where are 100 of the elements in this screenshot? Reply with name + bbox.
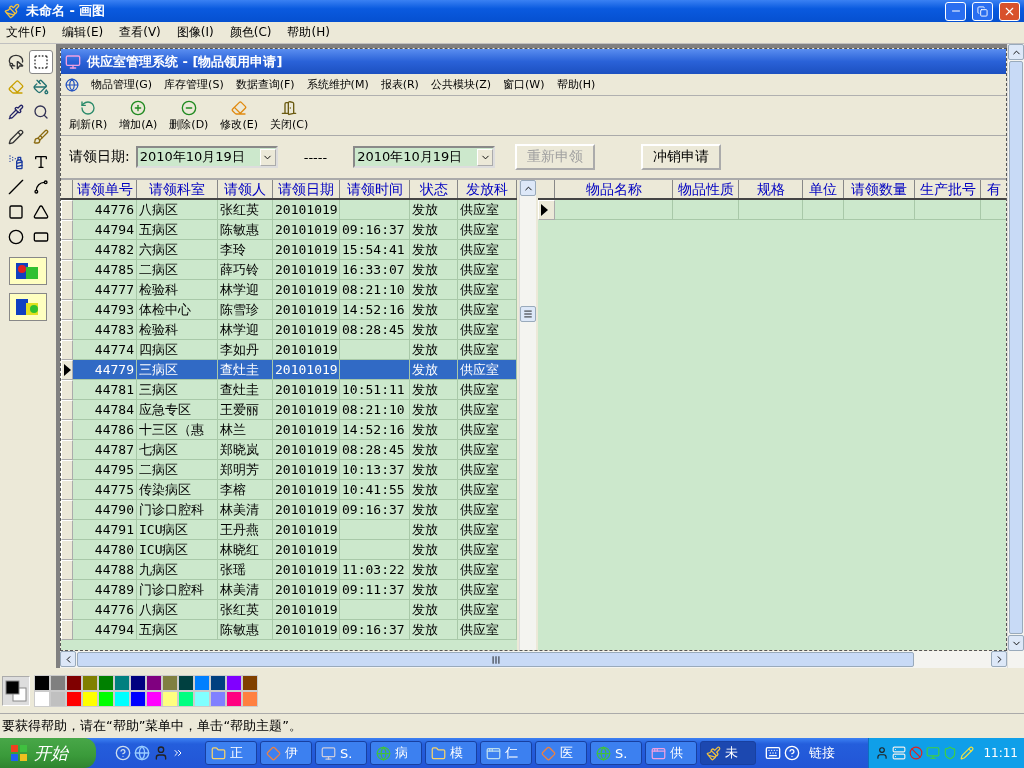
table-row[interactable]: 44780 ICU病区 林晓红 20101019 发放 供应室	[61, 540, 517, 560]
menu-item[interactable]: 文件(F)	[4, 22, 49, 43]
taskbar-button[interactable]: 正	[205, 741, 257, 765]
table-row[interactable]: 44786 十三区（惠 林兰 20101019 14:52:16 发放 供应室	[61, 420, 517, 440]
menu-item[interactable]: 物品管理(G)	[91, 77, 153, 92]
column-header[interactable]: 请领科室	[137, 180, 218, 198]
taskbar-button[interactable]: 模	[425, 741, 477, 765]
shape-option[interactable]	[9, 257, 47, 285]
table-row[interactable]: 44787 七病区 郑晓岚 20101019 08:28:45 发放 供应室	[61, 440, 517, 460]
start-button[interactable]: 开始	[0, 738, 96, 768]
menu-item[interactable]: 编辑(E)	[60, 22, 106, 43]
browser-icon[interactable]	[134, 745, 150, 761]
color-swatch[interactable]	[242, 674, 258, 691]
table-row[interactable]: 44777 检验科 林学迎 20101019 08:21:10 发放 供应室	[61, 280, 517, 300]
scroll-up-button[interactable]	[1008, 44, 1024, 60]
menu-item[interactable]: 查看(V)	[117, 22, 163, 43]
color-swatch[interactable]	[66, 674, 82, 691]
menu-item[interactable]: 库存管理(S)	[164, 77, 224, 92]
table-row[interactable]: 44775 传染病区 李榕 20101019 10:41:55 发放 供应室	[61, 480, 517, 500]
taskbar-button[interactable]: 供	[645, 741, 697, 765]
menu-item[interactable]: 数据查询(F)	[235, 77, 295, 92]
table-row[interactable]: 44776 八病区 张红英 20101019 发放 供应室	[61, 600, 517, 620]
shape-option[interactable]	[9, 293, 47, 321]
table-row[interactable]: 44784 应急专区 王爱丽 20101019 08:21:10 发放 供应室	[61, 400, 517, 420]
pencil-icon[interactable]	[960, 746, 975, 760]
scroll-right-button[interactable]	[991, 651, 1007, 667]
toolbar-button[interactable]: 修改(E)	[218, 99, 260, 132]
table-row[interactable]: 44782 六病区 李玲 20101019 15:54:41 发放 供应室	[61, 240, 517, 260]
color-swatch[interactable]	[226, 674, 242, 691]
table-row[interactable]: 44779 三病区 查灶圭 20101019 发放 供应室	[61, 360, 517, 380]
column-header[interactable]: 物品名称	[555, 180, 673, 198]
column-header[interactable]: 状态	[410, 180, 458, 198]
toolbar-button[interactable]: 增加(A)	[117, 99, 160, 132]
toolbar-button[interactable]: 删除(D)	[167, 99, 211, 132]
taskbar-button[interactable]: 未	[700, 741, 756, 765]
color-swatch[interactable]	[162, 674, 178, 691]
color-swatch[interactable]	[50, 674, 66, 691]
scroll-down-button[interactable]	[1008, 635, 1024, 651]
taskbar-button[interactable]: 仁	[480, 741, 532, 765]
taskbar-button[interactable]: S.	[590, 741, 642, 765]
links-toolbar[interactable]: 链接	[809, 744, 835, 762]
action-button[interactable]: 冲销申请	[641, 144, 722, 170]
table-row[interactable]: 44785 二病区 薛巧铃 20101019 16:33:07 发放 供应室	[61, 260, 517, 280]
color-swatch[interactable]	[210, 674, 226, 691]
server-icon[interactable]	[892, 746, 907, 760]
more-icon[interactable]	[172, 747, 184, 759]
column-header[interactable]: 请领时间	[340, 180, 410, 198]
taskbar-button[interactable]: S.	[315, 741, 367, 765]
column-header[interactable]: 请领人	[218, 180, 273, 198]
color-swatch[interactable]	[82, 674, 98, 691]
column-header[interactable]: 有	[981, 180, 1006, 198]
color-swatch[interactable]	[146, 674, 162, 691]
column-header[interactable]: 发放科	[458, 180, 517, 198]
table-row[interactable]: 44790 门诊口腔科 林美清 20101019 09:16:37 发放 供应室	[61, 500, 517, 520]
taskbar-button[interactable]: 医	[535, 741, 587, 765]
minimize-button[interactable]	[945, 1, 966, 21]
column-header[interactable]: 单位	[803, 180, 844, 198]
color-swatch[interactable]	[130, 674, 146, 691]
table-row[interactable]: 44789 门诊口腔科 林美清 20101019 09:11:37 发放 供应室	[61, 580, 517, 600]
help-icon[interactable]	[784, 745, 800, 761]
scroll-thumb[interactable]	[520, 305, 536, 322]
color-swatch[interactable]	[114, 674, 130, 691]
color-swatch[interactable]	[98, 674, 114, 691]
toolbar-button[interactable]: 关闭(C)	[267, 99, 311, 132]
menu-item[interactable]: 颜色(C)	[227, 22, 274, 43]
scroll-up-button[interactable]	[520, 180, 536, 196]
column-header[interactable]: 生产批号	[915, 180, 981, 198]
table-row[interactable]: 44783 检验科 林学迎 20101019 08:28:45 发放 供应室	[61, 320, 517, 340]
table-row[interactable]: 44794 五病区 陈敏惠 20101019 09:16:37 发放 供应室	[61, 220, 517, 240]
color-swatch[interactable]	[194, 674, 210, 691]
table-row[interactable]: 44776 八病区 张红英 20101019 发放 供应室	[61, 200, 517, 220]
column-header[interactable]: 请领单号	[73, 180, 137, 198]
menu-item[interactable]: 帮助(H)	[285, 22, 332, 43]
menu-item[interactable]: 报表(R)	[380, 77, 419, 92]
table-row[interactable]: 44791 ICU病区 王丹燕 20101019 发放 供应室	[61, 520, 517, 540]
column-header[interactable]: 请领数量	[844, 180, 915, 198]
scroll-thumb[interactable]	[1009, 61, 1023, 634]
color-swatch[interactable]	[178, 674, 194, 691]
scroll-thumb[interactable]	[77, 652, 914, 667]
keyboard-icon[interactable]	[765, 745, 781, 761]
taskbar-button[interactable]: 病	[370, 741, 422, 765]
menu-item[interactable]: 公共模块(Z)	[430, 77, 492, 92]
date-dropdown[interactable]: 2010年10月19日	[353, 146, 496, 168]
column-header[interactable]: 规格	[739, 180, 803, 198]
menu-item[interactable]: 帮助(H)	[556, 77, 596, 92]
taskbar-button[interactable]: 伊	[260, 741, 312, 765]
date-dropdown[interactable]: 2010年10月19日	[135, 146, 278, 168]
color-swatch[interactable]	[34, 674, 50, 691]
column-header[interactable]: 请领日期	[273, 180, 340, 198]
table-row[interactable]: 44794 五病区 陈敏惠 20101019 09:16:37 发放 供应室	[61, 620, 517, 640]
table-row[interactable]: 44781 三病区 查灶圭 20101019 10:51:11 发放 供应室	[61, 380, 517, 400]
menu-item[interactable]: 系统维护(M)	[306, 77, 369, 92]
column-header[interactable]: 物品性质	[673, 180, 739, 198]
table-row[interactable]: 44795 二病区 郑明芳 20101019 10:13:37 发放 供应室	[61, 460, 517, 480]
menu-item[interactable]: 图像(I)	[174, 22, 216, 43]
table-row[interactable]: 44793 体检中心 陈雪珍 20101019 14:52:16 发放 供应室	[61, 300, 517, 320]
toolbar-button[interactable]: 刷新(R)	[67, 99, 110, 132]
menu-item[interactable]: 窗口(W)	[503, 77, 545, 92]
close-button[interactable]	[999, 1, 1020, 21]
current-colors[interactable]	[2, 675, 30, 706]
